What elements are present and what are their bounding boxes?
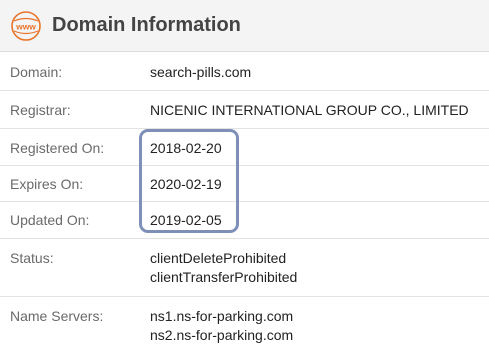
status-value-2: clientTransferProhibited — [150, 269, 298, 285]
name-servers-label: Name Servers: — [10, 308, 104, 324]
expires-on-label: Expires On: — [10, 176, 84, 192]
name-server-1: ns1.ns-for-parking.com — [150, 308, 294, 324]
status-value-1: clientDeleteProhibited — [150, 250, 287, 266]
domain-value: search-pills.com — [150, 64, 252, 80]
panel-header: www Domain Information — [0, 0, 489, 52]
row-updated-on: Updated On: 2019-02-05 — [0, 202, 489, 239]
domain-label: Domain: — [10, 64, 63, 80]
row-expires-on: Expires On: 2020-02-19 — [0, 166, 489, 202]
row-domain: Domain: search-pills.com — [0, 52, 489, 91]
status-label: Status: — [10, 250, 54, 266]
updated-on-label: Updated On: — [10, 212, 90, 228]
dates-highlight-box — [139, 129, 239, 233]
registrar-value: NICENIC INTERNATIONAL GROUP CO., LIMITED — [150, 102, 469, 118]
www-globe-icon: www — [11, 11, 41, 41]
registrar-label: Registrar: — [10, 102, 71, 118]
name-server-2: ns2.ns-for-parking.com — [150, 327, 294, 343]
row-registrar: Registrar: NICENIC INTERNATIONAL GROUP C… — [0, 91, 489, 129]
registered-on-label: Registered On: — [10, 140, 105, 156]
row-registered-on: Registered On: 2018-02-20 — [0, 129, 489, 166]
www-icon-text: www — [15, 22, 36, 32]
row-status: Status: clientDeleteProhibited clientTra… — [0, 239, 489, 297]
panel-title: Domain Information — [52, 14, 241, 36]
row-name-servers: Name Servers: ns1.ns-for-parking.com ns2… — [0, 297, 489, 350]
